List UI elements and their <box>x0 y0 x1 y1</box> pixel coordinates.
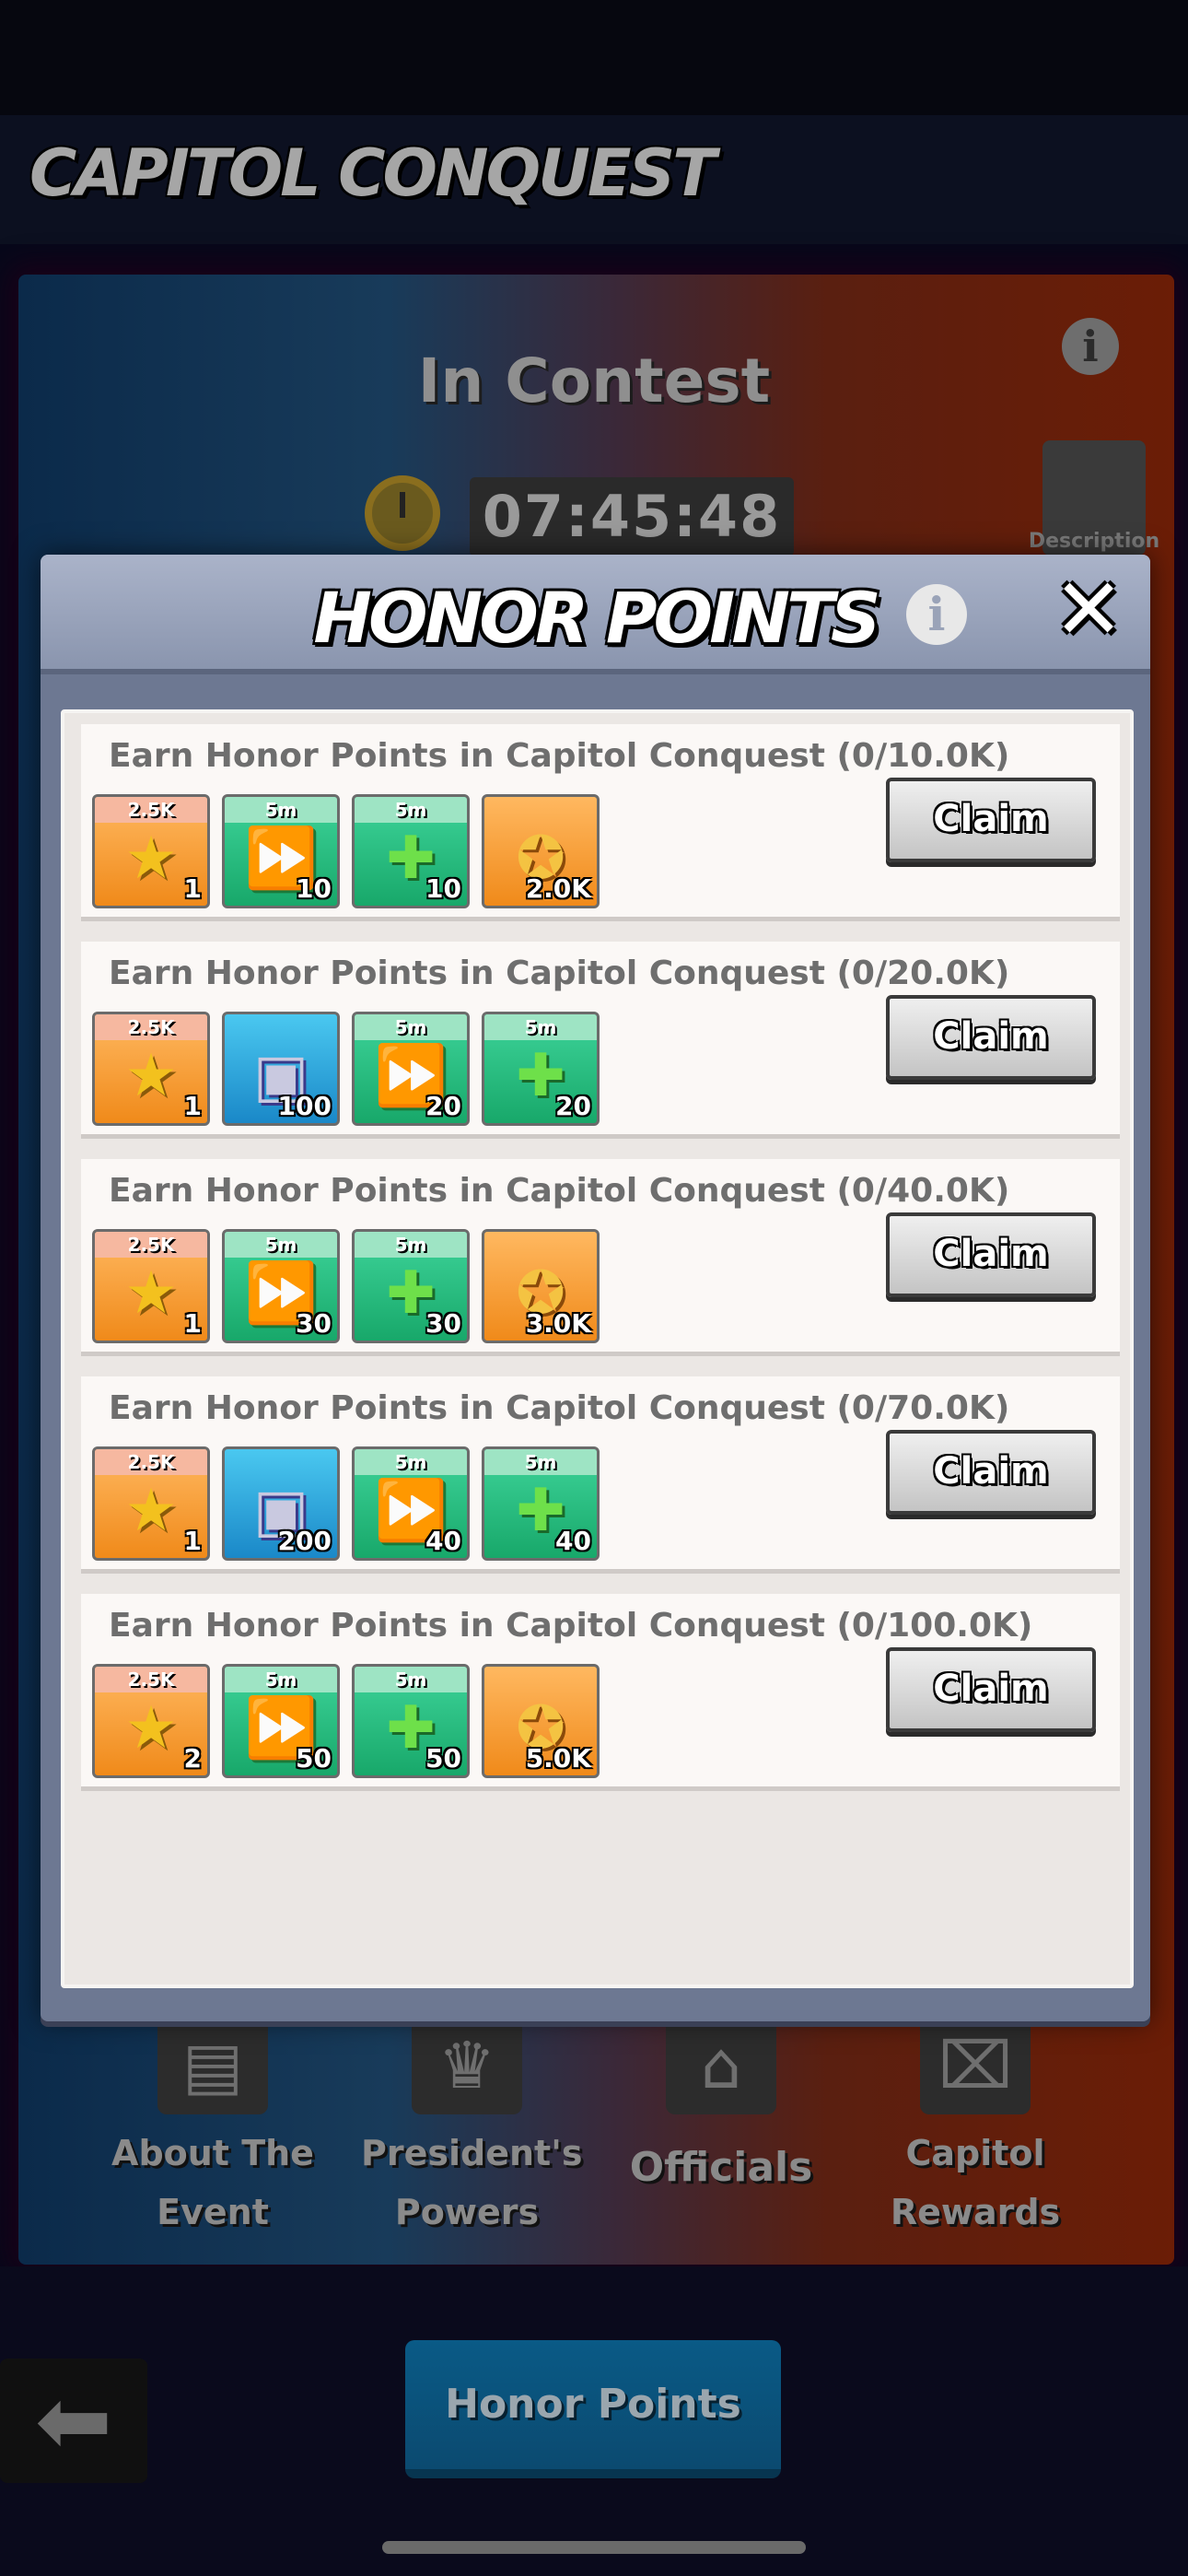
claim-button[interactable]: Claim <box>886 1430 1096 1515</box>
reward-item[interactable]: 5m ✚ 20 <box>482 1012 600 1126</box>
reward-item[interactable]: 5m ⏩ 50 <box>222 1664 340 1778</box>
reward-quantity: 40 <box>425 1526 461 1556</box>
reward-item[interactable]: 5m ✚ 30 <box>352 1229 470 1343</box>
reward-item[interactable]: 2.5K ★ 1 <box>92 1012 210 1126</box>
task-card: Earn Honor Points in Capitol Conquest (0… <box>81 1159 1120 1356</box>
task-card: Earn Honor Points in Capitol Conquest (0… <box>81 1594 1120 1791</box>
reward-quantity: 30 <box>296 1308 332 1339</box>
home-indicator[interactable] <box>382 2541 806 2554</box>
reward-quantity: 5.0K <box>525 1743 591 1774</box>
task-title: Earn Honor Points in Capitol Conquest (0… <box>109 954 1010 992</box>
gift-icon: ⌧ <box>920 2018 1031 2114</box>
reward-quantity: 1 <box>183 1526 202 1556</box>
header-bar: CAPITOL CONQUEST <box>0 115 1188 244</box>
reward-quantity: 100 <box>277 1091 332 1121</box>
clock-icon <box>365 475 440 551</box>
reward-item[interactable]: 2.5K ★ 1 <box>92 794 210 908</box>
document-icon: ▤ <box>157 2018 268 2114</box>
nav-label: President's Powers <box>361 2133 583 2232</box>
task-title: Earn Honor Points in Capitol Conquest (0… <box>109 1389 1010 1427</box>
reward-item[interactable]: 5m ✚ 40 <box>482 1446 600 1561</box>
nav-officials[interactable]: ⌂ Officials <box>615 2018 827 2197</box>
reward-item[interactable]: ✪ 3.0K <box>482 1229 600 1343</box>
nav-presidents-powers[interactable]: ♛ President's Powers <box>361 2018 583 2242</box>
reward-item[interactable]: ✪ 5.0K <box>482 1664 600 1778</box>
reward-item[interactable]: 5m ⏩ 10 <box>222 794 340 908</box>
game-screen: { "header": {"title": "CAPITOL CONQUEST"… <box>0 0 1188 2576</box>
info-icon[interactable]: i <box>906 584 967 645</box>
page-title: CAPITOL CONQUEST <box>29 135 716 211</box>
task-title: Earn Honor Points in Capitol Conquest (0… <box>109 1172 1010 1210</box>
back-arrow-icon[interactable]: ⬅ <box>0 2359 147 2483</box>
reward-item[interactable]: 5m ⏩ 40 <box>352 1446 470 1561</box>
honor-points-button[interactable]: Honor Points <box>405 2340 781 2478</box>
reward-quantity: 40 <box>555 1526 591 1556</box>
crown-icon: ♛ <box>412 2018 522 2114</box>
countdown-timer: 07:45:48 <box>482 483 782 550</box>
task-card: Earn Honor Points in Capitol Conquest (0… <box>81 724 1120 921</box>
claim-button[interactable]: Claim <box>886 1212 1096 1297</box>
reward-quantity: 50 <box>425 1743 461 1774</box>
reward-quantity: 10 <box>296 873 332 904</box>
reward-quantity: 2 <box>183 1743 202 1774</box>
reward-item[interactable]: 2.5K ★ 2 <box>92 1664 210 1778</box>
reward-item[interactable]: ▣ 100 <box>222 1012 340 1126</box>
claim-button[interactable]: Claim <box>886 778 1096 862</box>
reward-quantity: 1 <box>183 1091 202 1121</box>
reward-item[interactable]: 2.5K ★ 1 <box>92 1229 210 1343</box>
description-label: Description <box>1028 530 1160 553</box>
reward-item[interactable]: 5m ✚ 50 <box>352 1664 470 1778</box>
reward-quantity: 1 <box>183 1308 202 1339</box>
reward-item[interactable]: 5m ✚ 10 <box>352 794 470 908</box>
nav-label: Capitol Rewards <box>890 2133 1061 2232</box>
close-icon[interactable]: ✕ <box>1052 568 1125 652</box>
nav-capitol-rewards[interactable]: ⌧ Capitol Rewards <box>869 2018 1081 2242</box>
nav-label: About The Event <box>111 2133 314 2232</box>
task-card: Earn Honor Points in Capitol Conquest (0… <box>81 942 1120 1139</box>
modal-header: HONOR POINTS i ✕ <box>41 555 1150 674</box>
building-icon: ⌂ <box>666 2018 776 2114</box>
reward-quantity: 20 <box>555 1091 591 1121</box>
reward-quantity: 20 <box>425 1091 461 1121</box>
reward-item[interactable]: ▣ 200 <box>222 1446 340 1561</box>
claim-button[interactable]: Claim <box>886 995 1096 1080</box>
task-title: Earn Honor Points in Capitol Conquest (0… <box>109 737 1010 775</box>
nav-label: Officials <box>629 2144 813 2191</box>
bottom-nav: ▤ About The Event ♛ President's Powers ⌂… <box>0 2018 1188 2232</box>
contest-status: In Contest <box>417 345 771 416</box>
reward-quantity: 200 <box>277 1526 332 1556</box>
task-title: Earn Honor Points in Capitol Conquest (0… <box>109 1607 1033 1645</box>
reward-item[interactable]: 5m ⏩ 30 <box>222 1229 340 1343</box>
claim-button[interactable]: Claim <box>886 1647 1096 1732</box>
reward-quantity: 2.0K <box>525 873 591 904</box>
reward-quantity: 1 <box>183 873 202 904</box>
reward-item[interactable]: 5m ⏩ 20 <box>352 1012 470 1126</box>
task-list: Earn Honor Points in Capitol Conquest (0… <box>61 709 1134 1988</box>
status-bar <box>0 0 1188 115</box>
reward-quantity: 10 <box>425 873 461 904</box>
reward-item[interactable]: ✪ 2.0K <box>482 794 600 908</box>
reward-quantity: 30 <box>425 1308 461 1339</box>
task-card: Earn Honor Points in Capitol Conquest (0… <box>81 1376 1120 1574</box>
honor-points-modal: HONOR POINTS i ✕ Earn Honor Points in Ca… <box>41 555 1150 2021</box>
info-icon[interactable]: i <box>1062 318 1119 375</box>
reward-item[interactable]: 2.5K ★ 1 <box>92 1446 210 1561</box>
nav-about-event[interactable]: ▤ About The Event <box>107 2018 319 2242</box>
reward-quantity: 3.0K <box>525 1308 591 1339</box>
reward-quantity: 50 <box>296 1743 332 1774</box>
modal-title: HONOR POINTS <box>313 577 880 659</box>
